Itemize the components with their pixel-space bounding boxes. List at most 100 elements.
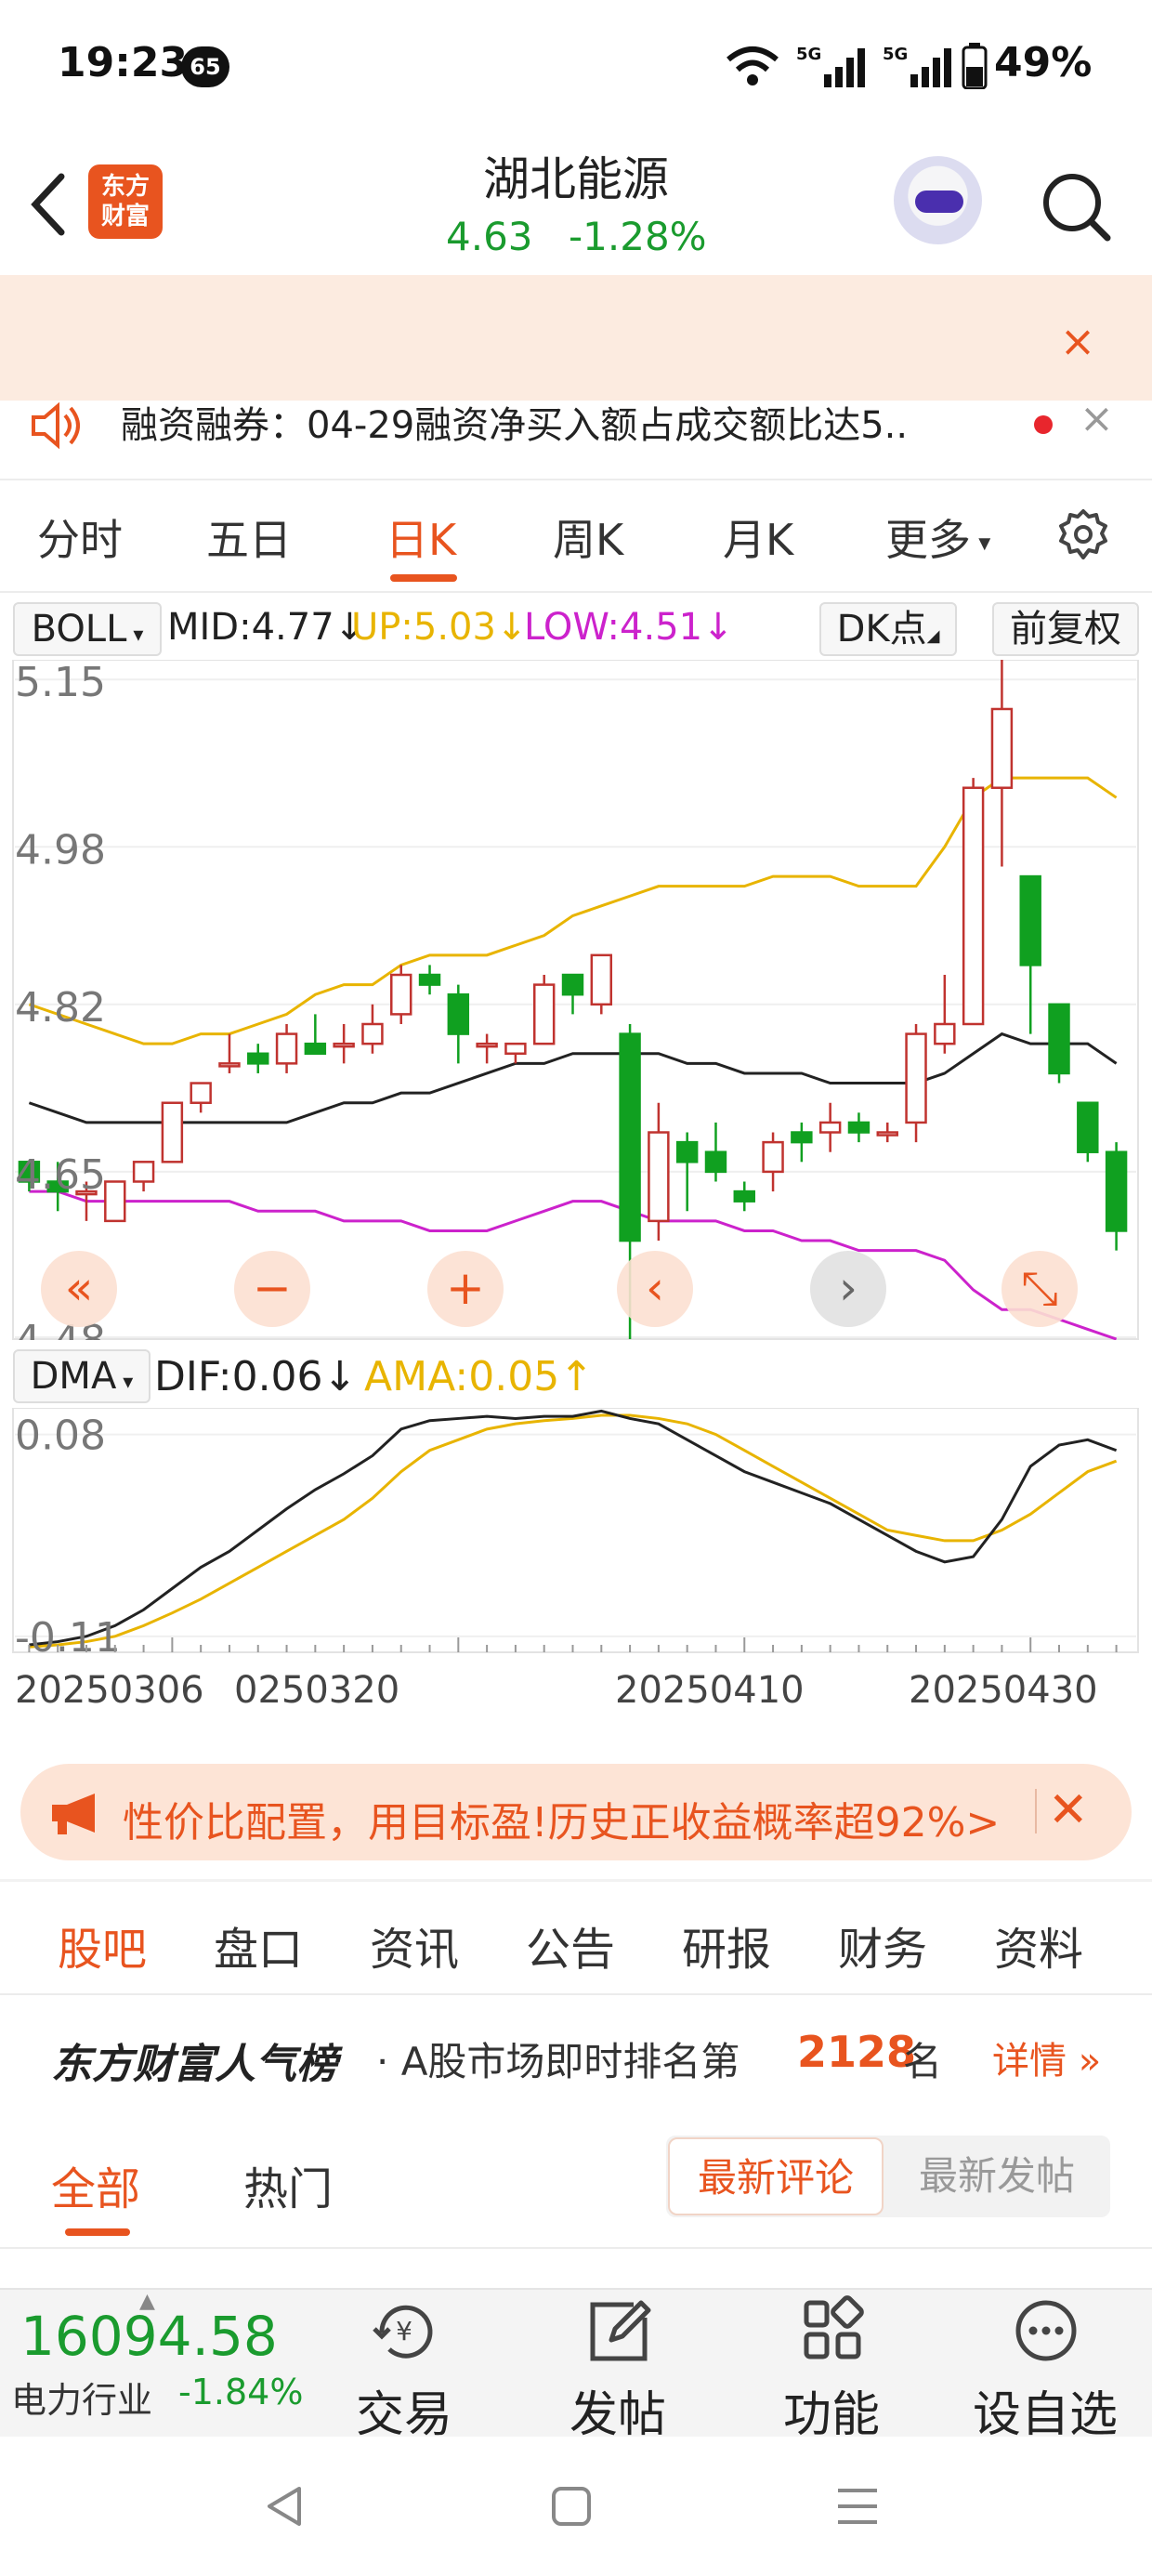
stock-change-pct: -1.28% xyxy=(569,214,707,259)
date-label-1: 20250306 xyxy=(15,1669,204,1712)
section-tab-profile[interactable]: 资料 xyxy=(994,1912,1083,1978)
tab-weekly-k[interactable]: 周K xyxy=(553,506,623,568)
stock-price: 4.63 xyxy=(446,214,533,259)
candle-up xyxy=(590,953,613,1006)
candle-down xyxy=(1019,874,1041,966)
zoom-out-button[interactable]: − xyxy=(234,1251,310,1327)
section-tab-guba[interactable]: 股吧 xyxy=(58,1912,147,1978)
megaphone-icon xyxy=(52,1794,95,1834)
boll-mid-value: MID:4.77↓ xyxy=(167,606,366,649)
zoom-in-button[interactable]: + xyxy=(427,1251,504,1327)
candle-up xyxy=(818,1121,842,1134)
candle-up xyxy=(104,1180,126,1223)
candle-down xyxy=(619,1032,641,1242)
dma-axis-label-bottom: -0.11 xyxy=(15,1614,121,1654)
popularity-rank: 2128 xyxy=(797,2027,917,2077)
notification-badge: 65 xyxy=(181,46,229,87)
signal-5g-icon-1: 5G xyxy=(796,45,865,87)
candlestick-chart[interactable]: 5.154.984.824.654.48 xyxy=(11,660,1140,1340)
dma-axis-label-top: 0.08 xyxy=(15,1413,106,1460)
section-tab-finance[interactable]: 财务 xyxy=(838,1912,927,1978)
indicator-selector-boll[interactable]: BOLL ▾ xyxy=(13,602,162,656)
industry-index-value[interactable]: 16094.58 xyxy=(20,2305,278,2368)
candle-up xyxy=(361,1022,384,1045)
dma-selector-label: DMA xyxy=(30,1355,117,1398)
tab-five-day[interactable]: 五日 xyxy=(206,506,292,568)
dropdown-triangle-icon: ▾ xyxy=(116,1371,134,1394)
sort-latest-comment[interactable]: 最新评论 xyxy=(668,2137,884,2215)
ad-close-icon[interactable]: ✕ xyxy=(1048,1782,1089,1838)
candle-down xyxy=(847,1121,871,1134)
banner-close-icon[interactable]: × xyxy=(1054,318,1101,364)
candle-up xyxy=(390,973,412,1016)
post-edit-icon[interactable] xyxy=(583,2295,654,2366)
section-tab-pankou[interactable]: 盘口 xyxy=(214,1912,303,1978)
candle-up xyxy=(333,1042,355,1048)
price-axis-label: 4.65 xyxy=(15,1151,106,1199)
svg-text:5G: 5G xyxy=(796,45,821,64)
speaker-icon xyxy=(32,402,80,449)
scroll-start-button[interactable]: « xyxy=(41,1251,117,1327)
post-label[interactable]: 发帖 xyxy=(525,2375,711,2445)
candle-down xyxy=(1048,1003,1070,1075)
industry-name: 电力行业 xyxy=(11,2380,153,2421)
watchlist-label[interactable]: 设自选 xyxy=(952,2375,1138,2445)
candle-down xyxy=(1077,1101,1099,1153)
candle-down xyxy=(304,1042,327,1056)
popularity-brand: 东方财富人气榜 xyxy=(51,2041,337,2088)
comment-tab-all[interactable]: 全部 xyxy=(51,2152,140,2217)
candle-down xyxy=(447,992,470,1035)
tab-daily-k[interactable]: 日K xyxy=(386,506,456,568)
candle-down xyxy=(704,1150,727,1174)
candle-up xyxy=(962,786,985,1026)
comment-tab-hot[interactable]: 热门 xyxy=(243,2152,333,2217)
search-icon[interactable] xyxy=(1039,169,1113,243)
candle-up xyxy=(132,1161,155,1183)
promo-banner[interactable] xyxy=(0,275,1152,401)
boll-up-value: UP:5.03↓ xyxy=(351,606,528,649)
candle-up xyxy=(990,707,1014,789)
trade-label[interactable]: 交易 xyxy=(311,2375,497,2445)
unread-dot xyxy=(1034,415,1053,434)
corner-triangle-icon: ◢ xyxy=(926,626,940,646)
candle-down xyxy=(247,1052,269,1065)
active-tab-underline xyxy=(390,574,457,582)
dropdown-triangle-icon: ▾ xyxy=(126,624,144,647)
section-tab-news[interactable]: 资讯 xyxy=(370,1912,459,1978)
functions-label[interactable]: 功能 xyxy=(739,2375,924,2445)
industry-change: -1.84% xyxy=(178,2372,304,2412)
scroll-left-button[interactable]: ‹ xyxy=(617,1251,693,1327)
dma-chart[interactable]: 0.08 -0.11 xyxy=(11,1408,1140,1654)
nav-menu-icon[interactable] xyxy=(834,2485,881,2528)
popularity-detail-link[interactable]: 详情 » xyxy=(992,2031,1101,2084)
dma-frame xyxy=(12,1408,1139,1653)
section-tab-research[interactable]: 研报 xyxy=(682,1912,771,1978)
functions-grid-icon[interactable] xyxy=(797,2295,868,2366)
tab-intraday[interactable]: 分时 xyxy=(37,506,123,568)
tab-monthly-k[interactable]: 月K xyxy=(723,506,793,568)
boll-low-value: LOW:4.51↓ xyxy=(524,606,734,649)
dma-dif-value: DIF:0.06↓ xyxy=(154,1353,358,1400)
candle-down xyxy=(418,973,441,986)
candle-up xyxy=(161,1101,184,1163)
news-close-icon[interactable]: × xyxy=(1080,395,1114,442)
candle-down xyxy=(561,973,584,996)
gear-icon[interactable] xyxy=(1055,507,1111,563)
candle-down xyxy=(1105,1150,1128,1232)
tab-more[interactable]: 更多 ▾ xyxy=(885,506,990,568)
sort-latest-post[interactable]: 最新发帖 xyxy=(887,2137,1106,2215)
date-label-2: 0250320 xyxy=(234,1669,400,1712)
nav-back-icon[interactable] xyxy=(262,2483,308,2530)
battery-level: 49% xyxy=(994,39,1093,86)
indicator-selector-dma[interactable]: DMA ▾ xyxy=(13,1349,151,1403)
fullscreen-button[interactable]: ⤡ xyxy=(1001,1251,1078,1327)
more-dots-icon[interactable] xyxy=(1011,2295,1081,2366)
section-tab-announcements[interactable]: 公告 xyxy=(526,1912,615,1978)
nav-home-icon[interactable] xyxy=(550,2485,593,2528)
trade-icon[interactable]: ¥ xyxy=(369,2295,439,2366)
adjust-button[interactable]: 前复权 xyxy=(992,602,1139,656)
status-time: 19:23 xyxy=(58,39,189,86)
scroll-right-button[interactable]: › xyxy=(810,1251,886,1327)
dk-point-button[interactable]: DK点◢ xyxy=(819,602,957,656)
candle-up xyxy=(648,1131,670,1223)
